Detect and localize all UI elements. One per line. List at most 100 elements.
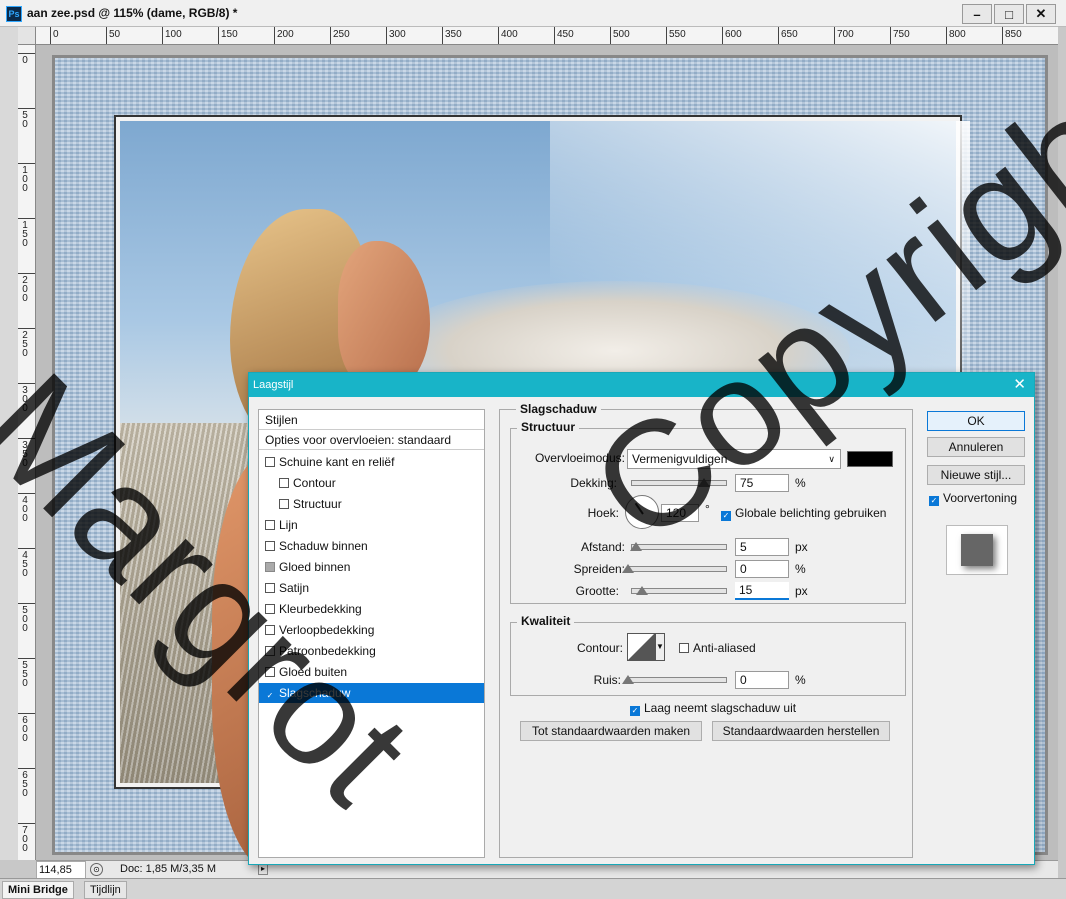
ruler-label: 0	[22, 55, 28, 66]
checkbox-icon[interactable]	[265, 625, 275, 635]
ruler-label: 150	[221, 29, 238, 40]
style-item[interactable]: Schuine kant en reliëf	[259, 452, 484, 472]
contour-label: Contour:	[576, 641, 623, 655]
checkmark-icon: ✓	[721, 511, 731, 521]
ruler-label: 200	[277, 29, 294, 40]
checkbox-icon[interactable]	[279, 499, 289, 509]
tab-mini-bridge[interactable]: Mini Bridge	[2, 881, 74, 899]
spread-input[interactable]: 0	[735, 560, 789, 578]
spread-slider[interactable]	[622, 564, 727, 573]
angle-input[interactable]: 120	[661, 504, 699, 522]
ruler-label: 600	[22, 715, 28, 744]
photoshop-app-icon: Ps	[6, 6, 22, 22]
style-item[interactable]: Gloed buiten	[259, 662, 484, 682]
style-item[interactable]: Contour	[259, 473, 484, 493]
doc-info: Doc: 1,85 M/3,35 M	[120, 863, 216, 875]
layer-style-dialog: Laagstijl ✕ Stijlen Opties voor overvloe…	[248, 372, 1035, 865]
checkbox-icon[interactable]	[279, 478, 289, 488]
ruler-tick	[386, 27, 387, 44]
checkbox-icon[interactable]	[265, 457, 275, 467]
preview-label: Voorvertoning	[943, 491, 1018, 505]
size-slider-thumb[interactable]	[636, 586, 648, 595]
new-style-button[interactable]: Nieuwe stijl...	[927, 465, 1025, 485]
vertical-ruler[interactable]: 0 50 100 150 200 250 300 350 400 450 500 550 600 650 7…	[18, 45, 36, 860]
anti-aliased-checkbox[interactable]: Anti-aliased	[679, 641, 756, 655]
ruler-tick	[18, 53, 35, 54]
style-item[interactable]: Verloopbedekking	[259, 620, 484, 640]
close-window-button[interactable]: ✕	[1026, 4, 1056, 24]
ruler-tick	[722, 27, 723, 44]
ruler-label: 650	[22, 770, 28, 799]
opacity-slider[interactable]	[631, 478, 727, 487]
style-item-label: Satijn	[279, 581, 310, 595]
distance-slider[interactable]	[630, 542, 727, 551]
spread-slider-thumb[interactable]	[622, 564, 634, 573]
minimize-button[interactable]: –	[962, 4, 992, 24]
ruler-tick	[554, 27, 555, 44]
knockout-checkbox[interactable]: ✓ Laag neemt slagschaduw uit	[630, 701, 796, 716]
style-item[interactable]: Satijn	[259, 578, 484, 598]
document-title: aan zee.psd @ 115% (dame, RGB/8) *	[27, 6, 238, 20]
ruler-tick	[498, 27, 499, 44]
dialog-titlebar: Laagstijl ✕	[249, 373, 1034, 397]
style-item[interactable]: Patroonbedekking	[259, 641, 484, 661]
style-item[interactable]: ✓ Slagschaduw	[259, 683, 484, 703]
distance-input[interactable]: 5	[735, 538, 789, 556]
style-item-label: Lijn	[279, 518, 298, 532]
ruler-tick	[18, 328, 35, 329]
maximize-button[interactable]: □	[994, 4, 1024, 24]
ruler-tick	[274, 27, 275, 44]
contour-dropdown-icon[interactable]: ▼	[655, 633, 665, 661]
checkbox-icon[interactable]	[265, 604, 275, 614]
style-item[interactable]: Structuur	[259, 494, 484, 514]
checkbox-icon[interactable]: ✓	[265, 691, 275, 701]
blend-options-item[interactable]: Opties voor overvloeien: standaard	[259, 430, 484, 450]
style-item[interactable]: Lijn	[259, 515, 484, 535]
noise-slider[interactable]	[622, 675, 727, 684]
opacity-input[interactable]: 75	[735, 474, 789, 492]
ruler-tick	[18, 493, 35, 494]
checkbox-icon[interactable]	[265, 541, 275, 551]
blend-mode-select[interactable]: Vermenigvuldigen ∨	[627, 449, 841, 469]
size-input[interactable]: 15	[735, 582, 789, 600]
horizontal-ruler[interactable]: 0 50 100 150 200 250 300 350 400 450 500 550 600 650 7…	[36, 27, 1058, 45]
export-icon[interactable]: ⊙	[90, 863, 103, 876]
dialog-close-icon[interactable]: ✕	[1013, 373, 1026, 397]
noise-input[interactable]: 0	[735, 671, 789, 689]
angle-dial[interactable]	[625, 495, 659, 529]
style-list-header[interactable]: Stijlen	[259, 410, 484, 430]
shadow-color-swatch[interactable]	[847, 451, 893, 467]
checkbox-icon[interactable]	[265, 583, 275, 593]
tab-tijdlijn[interactable]: Tijdlijn	[84, 881, 127, 899]
ruler-tick	[834, 27, 835, 44]
style-item[interactable]: Kleurbedekking	[259, 599, 484, 619]
quality-title: Kwaliteit	[517, 614, 575, 628]
ruler-tick	[18, 768, 35, 769]
ruler-tick	[946, 27, 947, 44]
distance-unit: px	[795, 540, 808, 554]
style-item-label: Schaduw binnen	[279, 539, 368, 553]
cancel-button[interactable]: Annuleren	[927, 437, 1025, 457]
size-slider[interactable]	[631, 586, 727, 595]
make-default-button[interactable]: Tot standaardwaarden maken	[520, 721, 702, 741]
style-item[interactable]: Schaduw binnen	[259, 536, 484, 556]
ok-button[interactable]: OK	[927, 411, 1025, 431]
style-item[interactable]: Gloed binnen	[259, 557, 484, 577]
global-light-checkbox[interactable]: ✓ Globale belichting gebruiken	[721, 506, 886, 521]
ruler-origin[interactable]	[18, 27, 36, 45]
contour-picker[interactable]	[627, 633, 655, 661]
ruler-tick	[18, 658, 35, 659]
checkbox-icon[interactable]	[265, 667, 275, 677]
opacity-unit: %	[795, 476, 806, 490]
reset-default-button[interactable]: Standaardwaarden herstellen	[712, 721, 890, 741]
checkbox-icon[interactable]	[265, 562, 275, 572]
checkbox-icon[interactable]	[265, 646, 275, 656]
opacity-slider-thumb[interactable]	[698, 478, 710, 487]
spread-unit: %	[795, 562, 806, 576]
zoom-field[interactable]: 114,85	[36, 861, 86, 879]
checkbox-icon[interactable]	[265, 520, 275, 530]
noise-slider-thumb[interactable]	[622, 675, 634, 684]
checkmark-icon: ✓	[630, 706, 640, 716]
distance-slider-thumb[interactable]	[630, 542, 642, 551]
preview-checkbox[interactable]: ✓ Voorvertoning	[929, 491, 1017, 506]
